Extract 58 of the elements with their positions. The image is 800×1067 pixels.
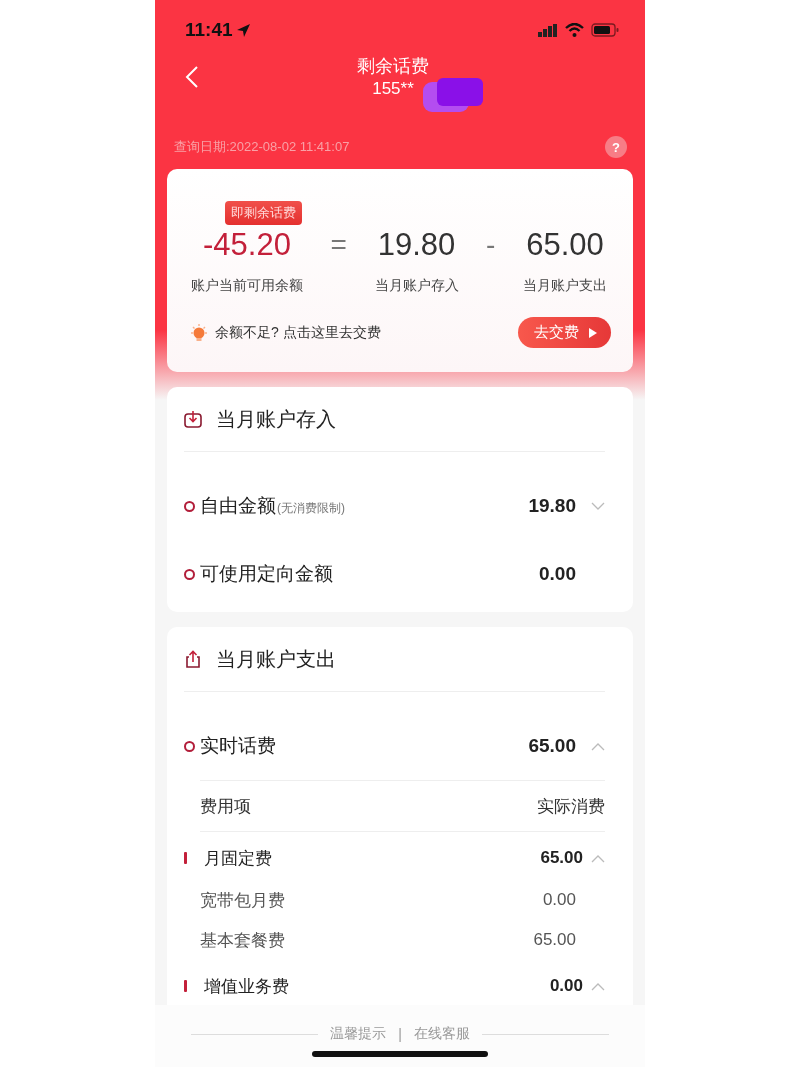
chevron-icon[interactable]: [591, 853, 605, 863]
section-title: 当月账户支出: [216, 646, 336, 672]
category-amount: 65.00: [540, 848, 583, 868]
fee-name: 基本套餐费: [200, 929, 285, 952]
amount-label: 当月账户支出: [523, 277, 607, 295]
low-balance-tip: 余额不足? 点击这里去交费: [215, 323, 381, 342]
section-title: 当月账户存入: [216, 406, 336, 432]
chevron-icon[interactable]: [591, 981, 605, 991]
fee-name: 宽带包月费: [200, 889, 285, 912]
bullet-icon: [184, 568, 195, 580]
footer-link[interactable]: 温馨提示: [330, 1025, 387, 1043]
operator-sign: =: [330, 229, 347, 261]
wifi-icon: [565, 23, 584, 37]
item-amount: 19.80: [527, 495, 576, 517]
home-indicator[interactable]: [312, 1051, 488, 1057]
amount-value: -45.20: [203, 229, 291, 261]
signal-icon: [538, 23, 558, 37]
item-name: 自由金额: [200, 494, 276, 518]
redaction-mark: [423, 78, 483, 112]
page-title: 剩余话费: [357, 55, 429, 78]
operator-sign: -: [486, 229, 496, 261]
item-amount: 0.00: [538, 563, 576, 585]
download-icon: [184, 410, 202, 428]
bullet-icon: [184, 740, 195, 752]
amount-value: 65.00: [526, 229, 604, 261]
chevron-icon[interactable]: [591, 501, 605, 511]
fee-amount: 65.00: [533, 930, 576, 950]
item-name: 实时话费: [200, 734, 276, 758]
pay-button[interactable]: 去交费: [518, 317, 611, 348]
category-amount: 0.00: [549, 976, 583, 996]
footer-link[interactable]: 在线客服: [413, 1025, 470, 1043]
query-date: 查询日期:2022-08-02 11:41:07: [174, 138, 350, 156]
phone-number: 155**: [372, 78, 414, 100]
fee-amount: 0.00: [542, 890, 576, 910]
chevron-icon[interactable]: [591, 741, 605, 751]
clock-time: 11:41: [185, 19, 233, 41]
category-marker: [184, 852, 187, 864]
share-icon: [184, 650, 202, 668]
column-header: 实际消费: [537, 795, 605, 818]
back-icon[interactable]: [185, 65, 199, 89]
category-name: 月固定费: [204, 847, 272, 870]
help-button[interactable]: ?: [605, 136, 627, 158]
item-name: 可使用定向金额: [200, 562, 333, 586]
item-note: (无消费限制): [277, 499, 345, 517]
item-amount: 65.00: [527, 735, 576, 757]
column-header: 费用项: [200, 795, 251, 818]
amount-label: 当月账户存入: [374, 277, 459, 295]
lightbulb-icon: [189, 322, 209, 343]
category-marker: [184, 980, 187, 992]
play-icon: [589, 327, 597, 338]
tooltip-badge: 即剩余话费: [225, 201, 302, 225]
location-arrow-icon: [235, 22, 251, 38]
amount-value: 19.80: [377, 229, 456, 261]
bullet-icon: [184, 500, 195, 512]
amount-label: 账户当前可用余额: [191, 277, 303, 295]
link-separator: |: [398, 1026, 402, 1042]
battery-icon: [591, 23, 619, 37]
category-name: 增值业务费: [204, 975, 289, 998]
